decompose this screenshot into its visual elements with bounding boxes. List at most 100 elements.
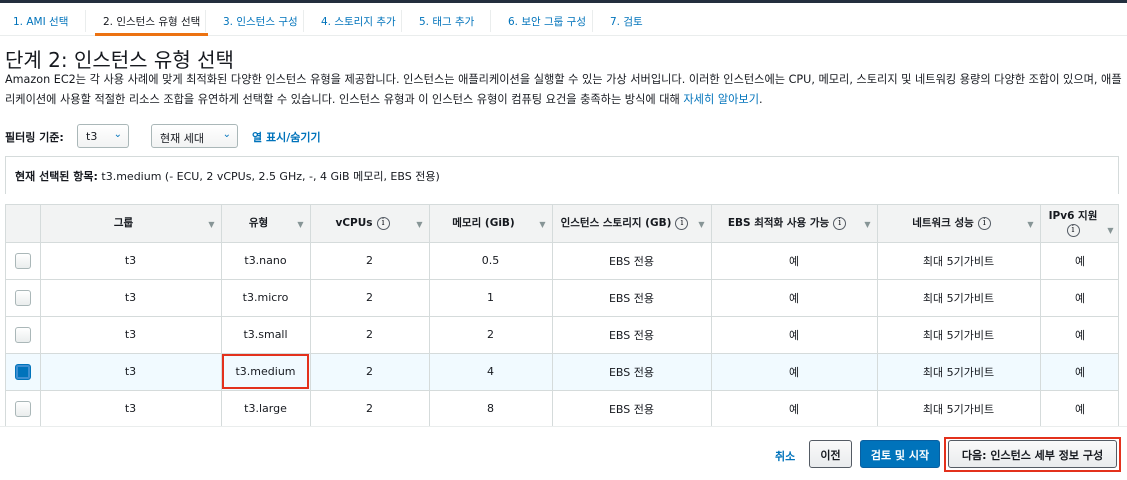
- page-description: Amazon EC2는 각 사용 사례에 맞게 최적화된 다양한 인스턴스 유형…: [5, 70, 1123, 110]
- column-header-ipv6[interactable]: IPv6 지원 i ▼: [1040, 205, 1118, 243]
- cell-memory: 2: [429, 316, 553, 354]
- cell-vcpus: 2: [310, 390, 430, 426]
- cell-group: t3: [40, 316, 222, 354]
- row-checkbox[interactable]: [14, 252, 31, 269]
- top-bar: [0, 0, 1127, 3]
- sort-icon: ▼: [297, 220, 304, 229]
- filter-label: 필터링 기준:: [5, 131, 64, 144]
- description-text: Amazon EC2는 각 사용 사례에 맞게 최적화된 다양한 인스턴스 유형…: [5, 73, 1122, 106]
- step-review[interactable]: 7. 검토: [610, 6, 643, 35]
- review-and-launch-button[interactable]: 검토 및 시작: [860, 440, 940, 468]
- cell-group: t3: [40, 353, 222, 391]
- cell-vcpus: 2: [310, 316, 430, 354]
- cell-network: 최대 5기가비트: [877, 316, 1041, 354]
- step-divider: [401, 10, 402, 32]
- current-selection: 현재 선택된 항목: t3.medium (- ECU, 2 vCPUs, 2.…: [5, 156, 1119, 194]
- step-add-storage[interactable]: 4. 스토리지 추가: [321, 6, 396, 35]
- info-icon[interactable]: i: [1066, 223, 1080, 237]
- family-filter-select[interactable]: t3 ⌄: [77, 124, 129, 148]
- column-header-network[interactable]: 네트워크 성능 i ▼: [877, 205, 1041, 243]
- cell-vcpus: 2: [310, 279, 430, 317]
- generation-filter-value: 현재 세대: [160, 132, 204, 145]
- row-checkbox-cell: [6, 353, 41, 391]
- chevron-down-icon: ⌄: [222, 129, 231, 140]
- table-row-selected[interactable]: t3 t3.medium 2 4 EBS 전용 예 최대 5기가비트 예: [6, 353, 1118, 391]
- cancel-button[interactable]: 취소: [775, 448, 795, 464]
- cell-ipv6: 예: [1040, 242, 1118, 280]
- step-configure-instance[interactable]: 3. 인스턴스 구성: [223, 6, 298, 35]
- cell-type: t3.nano: [221, 242, 311, 280]
- learn-more-link[interactable]: 자세히 알아보기: [683, 93, 759, 106]
- cell-network: 최대 5기가비트: [877, 279, 1041, 317]
- current-selection-value: t3.medium (- ECU, 2 vCPUs, 2.5 GHz, -, 4…: [101, 170, 440, 183]
- family-filter-value: t3: [86, 130, 98, 143]
- step-security-group[interactable]: 6. 보안 그룹 구성: [508, 6, 586, 35]
- column-header-ebs-optimized[interactable]: EBS 최적화 사용 가능 i ▼: [711, 205, 878, 243]
- description-end: .: [759, 93, 763, 106]
- cell-group: t3: [40, 390, 222, 426]
- step-divider: [592, 10, 593, 32]
- table-row[interactable]: t3 t3.micro 2 1 EBS 전용 예 최대 5기가비트 예: [6, 279, 1118, 317]
- next-configure-instance-button[interactable]: 다음: 인스턴스 세부 정보 구성: [948, 440, 1117, 468]
- sort-icon: ▼: [208, 220, 215, 229]
- cell-storage: EBS 전용: [552, 279, 712, 317]
- cell-memory: 0.5: [429, 242, 553, 280]
- cell-memory: 1: [429, 279, 553, 317]
- cell-vcpus: 2: [310, 242, 430, 280]
- column-header-instance-storage[interactable]: 인스턴스 스토리지 (GB) i ▼: [552, 205, 712, 243]
- cell-ebs: 예: [711, 242, 878, 280]
- cell-ebs: 예: [711, 316, 878, 354]
- info-icon[interactable]: i: [833, 216, 847, 230]
- cell-group: t3: [40, 279, 222, 317]
- column-header-group[interactable]: 그룹 ▼: [40, 205, 222, 243]
- row-checkbox[interactable]: [14, 289, 31, 306]
- step-divider: [303, 10, 304, 32]
- step-ami[interactable]: 1. AMI 선택: [13, 6, 68, 35]
- row-checkbox[interactable]: [14, 400, 31, 417]
- select-column-header: [6, 205, 41, 243]
- cell-type-highlighted: t3.medium: [221, 353, 311, 391]
- row-checkbox-cell: [6, 242, 41, 280]
- generation-filter-select[interactable]: 현재 세대 ⌄: [151, 124, 238, 148]
- sort-icon: ▼: [864, 220, 871, 229]
- cell-type: t3.large: [221, 390, 311, 426]
- wizard-steps: 1. AMI 선택 2. 인스턴스 유형 선택 3. 인스턴스 구성 4. 스토…: [0, 6, 1127, 36]
- table-row[interactable]: t3 t3.nano 2 0.5 EBS 전용 예 최대 5기가비트 예: [6, 242, 1118, 280]
- cell-memory: 4: [429, 353, 553, 391]
- table-row[interactable]: t3 t3.large 2 8 EBS 전용 예 최대 5기가비트 예: [6, 390, 1118, 426]
- info-icon[interactable]: i: [977, 216, 991, 230]
- cell-ebs: 예: [711, 353, 878, 391]
- cell-ipv6: 예: [1040, 353, 1118, 391]
- row-checkbox[interactable]: [14, 326, 31, 343]
- cell-ipv6: 예: [1040, 279, 1118, 317]
- cell-network: 최대 5기가비트: [877, 390, 1041, 426]
- step-add-tags[interactable]: 5. 태그 추가: [419, 6, 474, 35]
- info-icon[interactable]: i: [675, 216, 689, 230]
- instance-type-table: 그룹 ▼ 유형 ▼ vCPUs i ▼ 메모리 (GiB) ▼ 인스턴스 스토리지 (GB…: [5, 204, 1119, 426]
- cell-storage: EBS 전용: [552, 353, 712, 391]
- table-header-row: 그룹 ▼ 유형 ▼ vCPUs i ▼ 메모리 (GiB) ▼ 인스턴스 스토리지 (GB…: [6, 205, 1118, 243]
- row-checkbox-cell: [6, 390, 41, 426]
- cell-ipv6: 예: [1040, 316, 1118, 354]
- current-selection-label: 현재 선택된 항목:: [15, 170, 98, 183]
- column-header-type[interactable]: 유형 ▼: [221, 205, 311, 243]
- step-divider: [205, 10, 206, 32]
- previous-button[interactable]: 이전: [809, 440, 852, 468]
- row-checkbox-checked[interactable]: [14, 363, 31, 380]
- row-checkbox-cell: [6, 279, 41, 317]
- cell-group: t3: [40, 242, 222, 280]
- step-divider: [490, 10, 491, 32]
- cell-storage: EBS 전용: [552, 390, 712, 426]
- cell-ebs: 예: [711, 390, 878, 426]
- column-header-vcpus[interactable]: vCPUs i ▼: [310, 205, 430, 243]
- cell-type: t3.micro: [221, 279, 311, 317]
- step-instance-type[interactable]: 2. 인스턴스 유형 선택: [94, 6, 209, 36]
- table-row[interactable]: t3 t3.small 2 2 EBS 전용 예 최대 5기가비트 예: [6, 316, 1118, 354]
- column-header-memory[interactable]: 메모리 (GiB) ▼: [429, 205, 553, 243]
- sort-icon: ▼: [416, 220, 423, 229]
- show-hide-columns-link[interactable]: 열 표시/숨기기: [252, 129, 321, 145]
- cell-type: t3.small: [221, 316, 311, 354]
- cell-ebs: 예: [711, 279, 878, 317]
- info-icon[interactable]: i: [376, 216, 390, 230]
- page-title: 단계 2: 인스턴스 유형 선택: [5, 48, 234, 72]
